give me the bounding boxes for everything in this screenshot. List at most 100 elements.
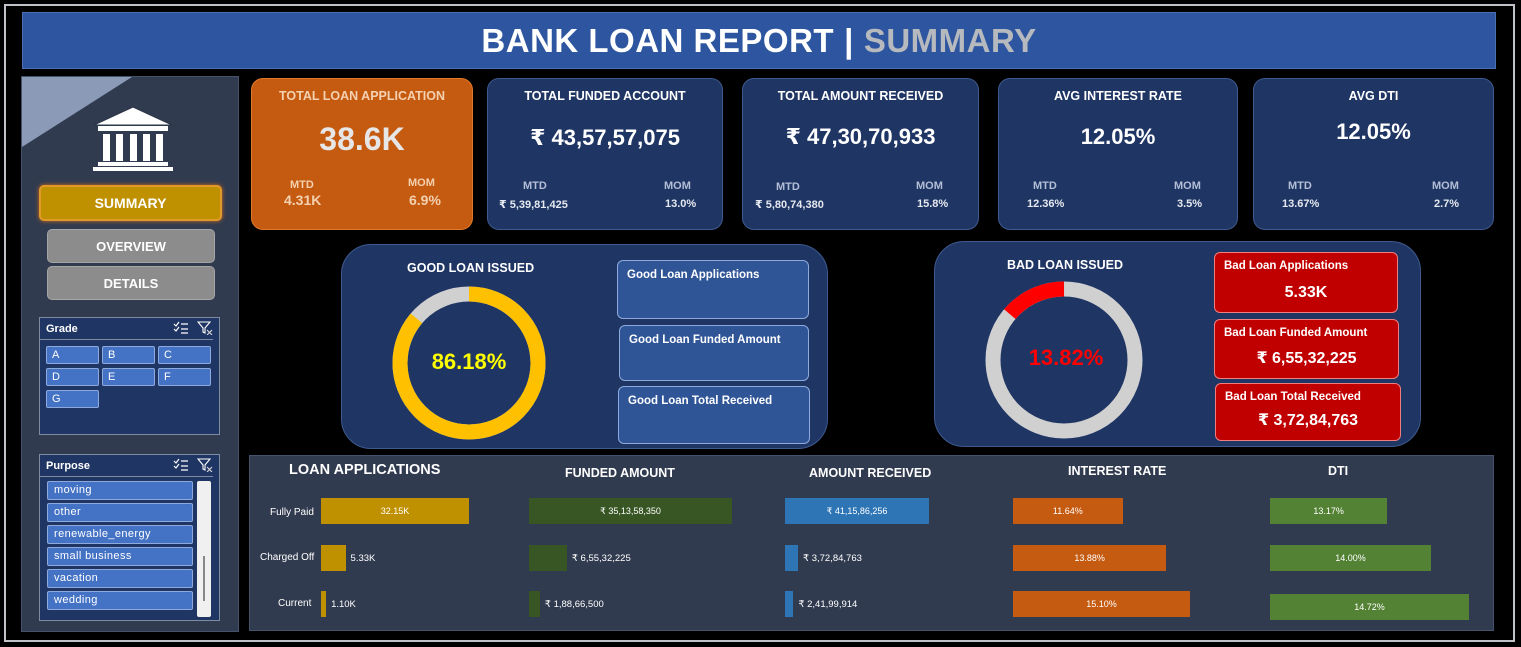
kpi-mtd-label: MTD [290, 179, 314, 191]
good-loan-applications-box: Good Loan Applications [617, 260, 809, 319]
bad-loan-applications-box: Bad Loan Applications 5.33K [1214, 252, 1398, 313]
bad-loan-total-received-value: ₹ 3,72,84,763 [1257, 412, 1359, 429]
good-loan-percent: 86.18% [431, 349, 507, 374]
kpi-title: TOTAL FUNDED ACCOUNT [524, 89, 686, 103]
bar-amount-received-current [785, 591, 794, 617]
bad-loan-percent: 13.82% [1028, 345, 1104, 370]
bar-label: ₹ 2,41,99,914 [798, 599, 858, 610]
kpi-mtd-label: MTD [1288, 180, 1312, 192]
kpi-mtd-value: 12.36% [1027, 198, 1065, 210]
bar-label: ₹ 35,13,58,350 [600, 505, 661, 516]
bar-label: ₹ 1,88,66,500 [544, 599, 604, 610]
kpi-mom-value: 15.8% [917, 198, 949, 210]
kpi-mtd-value: 13.67% [1282, 198, 1320, 210]
grade-item-e[interactable]: E [102, 368, 155, 386]
kpi-mtd-label: MTD [523, 180, 547, 192]
chart-title-amount-received: AMOUNT RECEIVED [809, 466, 932, 480]
purpose-item-moving[interactable]: moving [47, 481, 193, 500]
bar-label: 15.10% [1086, 599, 1117, 609]
title-separator: | [844, 21, 854, 59]
bad-loan-funded-amount-value: ₹ 6,55,32,225 [1256, 350, 1357, 367]
grade-item-a[interactable]: A [46, 346, 99, 364]
kpi-title: AVG DTI [1348, 89, 1399, 103]
nav-summary-button[interactable]: SUMMARY [39, 185, 222, 221]
bad-loan-applications-value: 5.33K [1284, 284, 1328, 301]
kpi-mom-label: MOM [916, 180, 943, 192]
kpi-title: TOTAL LOAN APPLICATION [279, 89, 445, 103]
purpose-item-other[interactable]: other [47, 503, 193, 522]
nav-overview-button[interactable]: OVERVIEW [47, 229, 215, 263]
good-loan-panel: GOOD LOAN ISSUED 86.18% Good Loan Applic… [341, 244, 828, 449]
bar-label: 1.10K [331, 599, 356, 610]
bar-label: 13.88% [1074, 553, 1105, 563]
kpi-mom-value: 13.0% [665, 198, 697, 210]
grade-item-b[interactable]: B [102, 346, 155, 364]
status-bar-charts: LOAN APPLICATIONS FUNDED AMOUNT AMOUNT R… [249, 455, 1494, 631]
chart-title-dti: DTI [1328, 464, 1349, 478]
purpose-scrollbar[interactable] [197, 481, 211, 617]
bar-label: ₹ 3,72,84,763 [803, 553, 862, 564]
grade-item-c[interactable]: C [158, 346, 211, 364]
kpi-value: ₹ 43,57,57,075 [530, 125, 680, 150]
chart-title-funded-amount: FUNDED AMOUNT [565, 466, 675, 480]
bar-label: ₹ 6,55,32,225 [571, 553, 631, 564]
purpose-item-renewable-energy[interactable]: renewable_energy [47, 525, 193, 544]
category-label-charged-off: Charged Off [260, 552, 315, 563]
kpi-mom-label: MOM [408, 177, 435, 189]
purpose-slicer-header: Purpose [40, 455, 213, 477]
clear-filter-icon[interactable] [197, 458, 213, 472]
grade-slicer: Grade A B C D E F G [39, 317, 220, 435]
kpi-mom-label: MOM [664, 180, 691, 192]
bar-funded-amount-charged-off [529, 545, 567, 571]
bar-label: 13.17% [1313, 506, 1344, 516]
grade-slicer-header: Grade [40, 318, 213, 340]
kpi-value: 12.05% [1336, 119, 1411, 144]
kpi-value: 12.05% [1080, 124, 1156, 149]
kpi-mtd-label: MTD [1033, 180, 1057, 192]
report-title: BANK LOAN REPORT [481, 21, 835, 59]
report-header: BANK LOAN REPORT | SUMMARY [22, 12, 1496, 69]
purpose-item-wedding[interactable]: wedding [47, 591, 193, 610]
good-loan-total-received-box: Good Loan Total Received [618, 386, 810, 444]
bar-loan-applications-current [321, 591, 327, 617]
good-loan-title: GOOD LOAN ISSUED [407, 261, 535, 275]
kpi-mtd-value: 4.31K [284, 192, 322, 208]
purpose-item-small-business[interactable]: small business [47, 547, 193, 566]
kpi-mom-label: MOM [1174, 180, 1201, 192]
kpi-title: TOTAL AMOUNT RECEIVED [777, 89, 944, 103]
bad-loan-funded-amount-box: Bad Loan Funded Amount ₹ 6,55,32,225 [1214, 319, 1399, 379]
bar-loan-applications-charged-off [321, 545, 346, 571]
multi-select-icon[interactable] [173, 321, 189, 335]
kpi-avg-dti: AVG DTI 12.05% MTD 13.67% MOM 2.7% [1253, 78, 1494, 230]
bar-funded-amount-current [529, 591, 540, 617]
kpi-total-loan-application: TOTAL LOAN APPLICATION 38.6K MTD 4.31K M… [251, 78, 473, 230]
chart-title-loan-applications: LOAN APPLICATIONS [289, 462, 441, 478]
nav-details-button[interactable]: DETAILS [47, 266, 215, 300]
bar-label: 5.33K [350, 553, 376, 564]
grade-item-d[interactable]: D [46, 368, 99, 386]
kpi-value: 38.6K [319, 121, 405, 157]
category-label-current: Current [278, 598, 312, 609]
grade-item-f[interactable]: F [158, 368, 211, 386]
clear-filter-icon[interactable] [197, 321, 213, 335]
bad-loan-total-received-label: Bad Loan Total Received [1225, 391, 1361, 403]
report-subtitle: SUMMARY [863, 21, 1037, 59]
kpi-mom-value: 6.9% [409, 192, 441, 208]
purpose-slicer: Purpose moving other renewable_energy sm… [39, 454, 220, 621]
multi-select-icon[interactable] [173, 458, 189, 472]
bad-loan-title: BAD LOAN ISSUED [1007, 258, 1123, 272]
kpi-value: ₹ 47,30,70,933 [785, 124, 936, 149]
bad-loan-total-received-box: Bad Loan Total Received ₹ 3,72,84,763 [1215, 383, 1401, 441]
grade-item-g[interactable]: G [46, 390, 99, 408]
kpi-total-funded-account: TOTAL FUNDED ACCOUNT ₹ 43,57,57,075 MTD … [487, 78, 723, 230]
kpi-title: AVG INTEREST RATE [1053, 89, 1182, 103]
kpi-mom-label: MOM [1432, 180, 1459, 192]
bar-label: 14.72% [1354, 602, 1385, 612]
bad-loan-applications-label: Bad Loan Applications [1224, 260, 1349, 272]
kpi-total-amount-received: TOTAL AMOUNT RECEIVED ₹ 47,30,70,933 MTD… [742, 78, 979, 230]
purpose-item-vacation[interactable]: vacation [47, 569, 193, 588]
kpi-mtd-label: MTD [776, 181, 800, 193]
bar-amount-received-charged-off [785, 545, 799, 571]
purpose-scrollbar-thumb[interactable] [203, 556, 205, 601]
kpi-mom-value: 3.5% [1177, 198, 1203, 210]
